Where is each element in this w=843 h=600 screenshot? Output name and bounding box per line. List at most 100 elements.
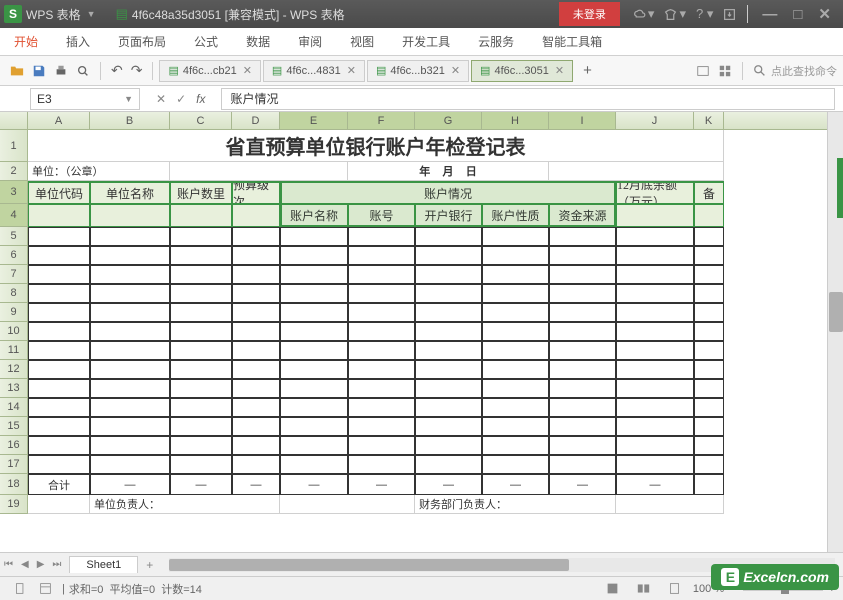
menu-数据[interactable]: 数据 [232,28,284,56]
hdr-level[interactable]: 预算级次 [232,181,280,204]
data-cell[interactable] [232,227,280,246]
scrollbar-thumb[interactable] [169,559,568,571]
data-cell[interactable] [549,379,616,398]
data-cell[interactable] [482,246,549,265]
total-cell[interactable]: — [90,474,170,495]
search-hint[interactable]: 点此查找命令 [771,63,837,79]
data-cell[interactable] [694,227,724,246]
data-cell[interactable] [482,436,549,455]
cell[interactable] [170,204,232,227]
data-cell[interactable] [232,455,280,474]
fx-icon[interactable]: fx [196,92,205,106]
view-page-icon[interactable] [668,582,681,595]
tab-close-icon[interactable]: ✕ [451,64,460,77]
col-header[interactable]: I [549,112,616,129]
data-cell[interactable] [90,246,170,265]
data-cell[interactable] [28,417,90,436]
undo-icon[interactable]: ↶ [111,62,123,79]
data-cell[interactable] [549,265,616,284]
data-cell[interactable] [348,284,415,303]
row-header[interactable]: 2 [0,162,28,181]
data-cell[interactable] [616,227,694,246]
data-cell[interactable] [90,341,170,360]
cell[interactable] [694,204,724,227]
row-header[interactable]: 12 [0,360,28,379]
data-cell[interactable] [232,379,280,398]
data-cell[interactable] [694,284,724,303]
sheet-nav-next-icon[interactable]: ▶ [33,559,49,570]
menu-公式[interactable]: 公式 [180,28,232,56]
filter-status-icon[interactable] [39,582,52,595]
data-cell[interactable] [170,303,232,322]
data-cell[interactable] [348,322,415,341]
skin-icon[interactable]: ▾ [664,6,686,22]
doc-tab[interactable]: ▤4f6c...cb21✕ [159,60,260,82]
data-cell[interactable] [415,265,482,284]
total-cell[interactable]: — [170,474,232,495]
formula-input[interactable]: 账户情况 [221,88,835,110]
data-cell[interactable] [694,246,724,265]
doc-tab[interactable]: ▤4f6c...3051✕ [471,60,573,82]
data-cell[interactable] [280,284,348,303]
cell[interactable] [28,204,90,227]
data-cell[interactable] [28,322,90,341]
data-cell[interactable] [28,284,90,303]
hdr-acct-no[interactable]: 账号 [348,204,415,227]
data-cell[interactable] [232,303,280,322]
data-cell[interactable] [415,379,482,398]
data-cell[interactable] [170,341,232,360]
redo-icon[interactable]: ↷ [131,62,143,79]
data-cell[interactable] [170,284,232,303]
data-cell[interactable] [482,417,549,436]
data-cell[interactable] [280,360,348,379]
finance-leader-label[interactable]: 财务部门负责人： [415,495,616,514]
new-tab-button[interactable]: + [575,62,600,79]
data-cell[interactable] [232,284,280,303]
cancel-formula-icon[interactable]: ✕ [156,92,166,106]
tab-close-icon[interactable]: ✕ [555,64,564,77]
data-cell[interactable] [90,284,170,303]
name-box-dropdown-icon[interactable]: ▼ [124,94,133,104]
data-cell[interactable] [232,398,280,417]
col-header[interactable]: H [482,112,549,129]
data-cell[interactable] [280,379,348,398]
data-cell[interactable] [280,322,348,341]
row-header[interactable]: 7 [0,265,28,284]
col-header[interactable]: B [90,112,170,129]
data-cell[interactable] [280,265,348,284]
cell[interactable] [28,495,90,514]
col-header[interactable]: C [170,112,232,129]
row-header[interactable]: 9 [0,303,28,322]
data-cell[interactable] [280,341,348,360]
data-cell[interactable] [348,398,415,417]
data-cell[interactable] [28,265,90,284]
data-cell[interactable] [694,322,724,341]
name-box[interactable]: E3 ▼ [30,88,140,110]
data-cell[interactable] [348,360,415,379]
data-cell[interactable] [482,379,549,398]
cell[interactable] [616,495,724,514]
col-header[interactable]: D [232,112,280,129]
data-cell[interactable] [170,417,232,436]
data-cell[interactable] [694,379,724,398]
window-icon[interactable] [696,64,710,78]
data-cell[interactable] [549,322,616,341]
data-cell[interactable] [28,436,90,455]
data-cell[interactable] [170,227,232,246]
total-label[interactable]: 合计 [28,474,90,495]
data-cell[interactable] [694,303,724,322]
sheet-nav-last-icon[interactable]: ⏭ [48,559,65,570]
data-cell[interactable] [90,455,170,474]
data-cell[interactable] [90,417,170,436]
total-cell[interactable]: — [232,474,280,495]
data-cell[interactable] [170,398,232,417]
col-header[interactable]: J [616,112,694,129]
data-cell[interactable] [90,398,170,417]
row-header[interactable]: 13 [0,379,28,398]
total-cell[interactable]: — [482,474,549,495]
menu-开发工具[interactable]: 开发工具 [388,28,464,56]
sheet-nav-prev-icon[interactable]: ◀ [17,559,33,570]
data-cell[interactable] [415,303,482,322]
unit-label[interactable]: 单位：（公章） [28,162,170,181]
data-cell[interactable] [348,417,415,436]
